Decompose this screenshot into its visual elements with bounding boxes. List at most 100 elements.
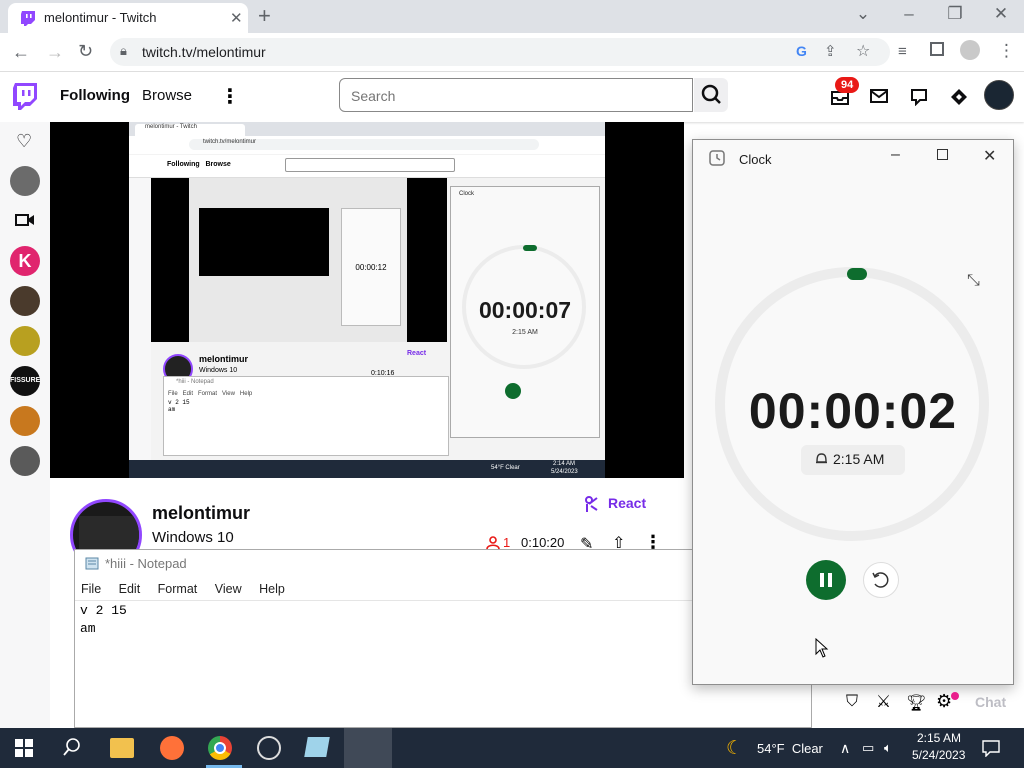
reset-button[interactable] bbox=[863, 562, 899, 598]
timer-progress-indicator bbox=[847, 268, 867, 280]
menu-help[interactable]: Help bbox=[259, 582, 285, 596]
cup-icon[interactable]: 🏆︎ bbox=[906, 693, 926, 713]
mod-shield-icon[interactable]: ⛉ bbox=[846, 693, 858, 711]
stream-react: React bbox=[407, 350, 427, 357]
browser-tab[interactable]: melontimur - Twitch ✕ bbox=[8, 3, 248, 33]
chat-button[interactable]: Chat bbox=[975, 694, 1006, 710]
clock-app-icon bbox=[709, 150, 725, 166]
chat-settings-gear-icon[interactable]: ⚙ bbox=[936, 691, 952, 712]
nav-browse[interactable]: Browse bbox=[142, 87, 192, 104]
sidebar-channel-avatar[interactable]: K bbox=[10, 246, 40, 276]
user-avatar[interactable] bbox=[984, 80, 1014, 110]
notepad-icon bbox=[85, 556, 99, 570]
live-channels-camera-icon[interactable] bbox=[15, 212, 35, 228]
settings-notification-dot bbox=[951, 692, 959, 700]
alarm-time-chip: 2:15 AM bbox=[801, 445, 905, 475]
menu-view[interactable]: View bbox=[215, 582, 242, 596]
react-button[interactable]: React bbox=[608, 495, 646, 511]
stream-uptime: 0:10:20 bbox=[521, 535, 565, 550]
firefox-icon[interactable] bbox=[160, 736, 184, 760]
compact-overlay-icon[interactable]: ⤡ bbox=[967, 272, 980, 290]
stream-url: twitch.tv/melontimur bbox=[189, 139, 539, 150]
clock-minimize-icon[interactable]: – bbox=[891, 146, 900, 164]
show-hidden-icons[interactable]: ∧ bbox=[840, 740, 850, 757]
windows-start-icon[interactable] bbox=[15, 739, 33, 757]
google-icon[interactable]: G bbox=[796, 43, 807, 59]
notepad-text-area[interactable]: v 2 15 am bbox=[80, 602, 127, 638]
taskbar-date[interactable]: 5/24/2023 bbox=[912, 748, 965, 762]
volume-muted-icon[interactable]: 🔈︎ bbox=[884, 740, 892, 756]
followed-channels-heart-icon[interactable]: ♡ bbox=[16, 131, 32, 152]
taskbar-search-icon[interactable] bbox=[62, 737, 82, 757]
stream-channel-title: Windows 10 bbox=[199, 367, 238, 374]
media-controls-icon[interactable]: ≡ bbox=[898, 43, 907, 60]
tab-close-icon[interactable]: ✕ bbox=[230, 9, 243, 27]
side-panel-icon[interactable] bbox=[930, 42, 944, 56]
clock-close-icon[interactable]: ✕ bbox=[983, 146, 996, 166]
twitch-logo-icon[interactable] bbox=[12, 82, 38, 110]
activity-feed-icon[interactable] bbox=[910, 88, 928, 106]
file-explorer-icon[interactable] bbox=[110, 738, 134, 758]
weather-text[interactable]: 54°F Clear bbox=[757, 741, 823, 756]
clock-taskbar-icon[interactable] bbox=[344, 728, 392, 768]
prime-crown-icon[interactable] bbox=[950, 88, 968, 106]
profile-icon[interactable] bbox=[960, 40, 980, 60]
lock-icon: 🔒︎ bbox=[120, 43, 127, 58]
viewer-count-icon bbox=[486, 536, 500, 550]
network-icon[interactable]: ▭ bbox=[862, 740, 874, 756]
forward-icon[interactable]: → bbox=[46, 42, 64, 63]
address-bar[interactable]: 🔒︎ twitch.tv/melontimur G ⇪ ☆ bbox=[110, 38, 890, 66]
menu-format[interactable]: Format bbox=[158, 582, 198, 596]
stream-taskbar: 54°F Clear 2:14 AM 5/24/2023 bbox=[129, 460, 605, 478]
sword-icon[interactable]: ⚔ bbox=[876, 692, 891, 712]
menu-edit[interactable]: Edit bbox=[119, 582, 141, 596]
sidebar-channel-avatar[interactable] bbox=[10, 406, 40, 436]
action-center-icon[interactable] bbox=[982, 739, 1000, 757]
chrome-icon-center bbox=[214, 742, 226, 754]
notepad-taskbar-icon[interactable] bbox=[304, 737, 330, 757]
bell-icon bbox=[815, 452, 828, 466]
back-icon[interactable]: ← bbox=[12, 42, 30, 63]
search-box bbox=[339, 78, 693, 112]
obs-icon[interactable] bbox=[257, 736, 281, 760]
weather-moon-icon: ☾ bbox=[726, 738, 744, 759]
pause-icon bbox=[820, 573, 832, 587]
share-icon[interactable]: ⇪ bbox=[824, 42, 837, 60]
video-player[interactable]: melontimur - Twitch twitch.tv/melontimur… bbox=[50, 122, 684, 478]
more-menu-icon[interactable]: ⋮ bbox=[220, 84, 240, 109]
restore-icon[interactable]: ❐ bbox=[940, 4, 970, 24]
close-window-icon[interactable]: ✕ bbox=[986, 4, 1016, 24]
search-input[interactable] bbox=[349, 87, 683, 105]
tab-search-icon[interactable]: ⌄ bbox=[848, 4, 878, 24]
bookmark-star-icon[interactable]: ☆ bbox=[856, 41, 870, 61]
search-icon bbox=[701, 84, 721, 104]
sidebar-channel-avatar[interactable] bbox=[10, 446, 40, 476]
stream-title: Windows 10 bbox=[152, 529, 234, 546]
notification-badge: 94 bbox=[835, 77, 860, 93]
notepad-title: *hiii - Notepad bbox=[105, 556, 187, 571]
sidebar-channel-avatar[interactable] bbox=[10, 166, 40, 196]
nav-following[interactable]: Following bbox=[60, 87, 130, 104]
pause-button[interactable] bbox=[806, 560, 846, 600]
reload-icon[interactable]: ↻ bbox=[78, 41, 93, 62]
search-button[interactable] bbox=[694, 78, 728, 112]
sidebar-channel-avatar[interactable] bbox=[10, 286, 40, 316]
channel-name[interactable]: melontimur bbox=[152, 503, 250, 524]
minimize-icon[interactable]: – bbox=[894, 4, 924, 24]
whispers-icon[interactable] bbox=[870, 88, 888, 104]
viewer-count: 1 bbox=[503, 535, 511, 550]
stream-tab: melontimur - Twitch bbox=[135, 124, 245, 136]
react-icon bbox=[584, 495, 600, 513]
notepad-menubar: File Edit Format View Help bbox=[81, 582, 299, 596]
chrome-menu-icon[interactable]: ⋮ bbox=[998, 41, 1015, 61]
clock-maximize-icon[interactable] bbox=[937, 149, 948, 160]
twitch-favicon-icon bbox=[20, 10, 36, 26]
menu-file[interactable]: File bbox=[81, 582, 101, 596]
stream-nav-following: Following Browse bbox=[167, 161, 231, 168]
sidebar-channel-avatar[interactable]: FISSURE bbox=[10, 366, 40, 396]
stream-channel-name: melontimur bbox=[199, 354, 249, 364]
new-tab-icon[interactable]: + bbox=[258, 3, 271, 29]
stream-notepad: *hiii - Notepad File Edit Format View He… bbox=[163, 376, 449, 456]
taskbar-time[interactable]: 2:15 AM bbox=[917, 731, 961, 745]
sidebar-channel-avatar[interactable] bbox=[10, 326, 40, 356]
